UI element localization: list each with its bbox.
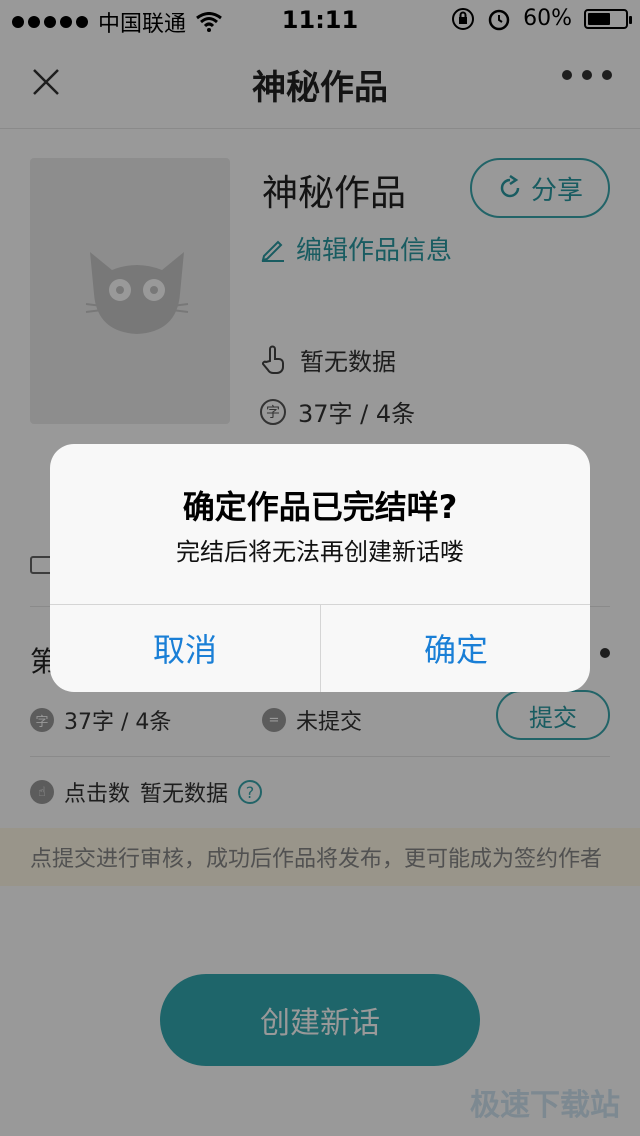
- confirm-dialog: 确定作品已完结咩? 完结后将无法再创建新话喽 取消 确定: [50, 444, 590, 692]
- dialog-title: 确定作品已完结咩?: [182, 488, 458, 526]
- dialog-message: 完结后将无法再创建新话喽: [176, 538, 464, 566]
- confirm-button[interactable]: 确定: [321, 604, 590, 692]
- cancel-button[interactable]: 取消: [50, 604, 320, 692]
- page: 中国联通 11:11 60% 神秘作品 神秘作品 分享 编辑作品信息 暂无数据 …: [0, 0, 640, 1136]
